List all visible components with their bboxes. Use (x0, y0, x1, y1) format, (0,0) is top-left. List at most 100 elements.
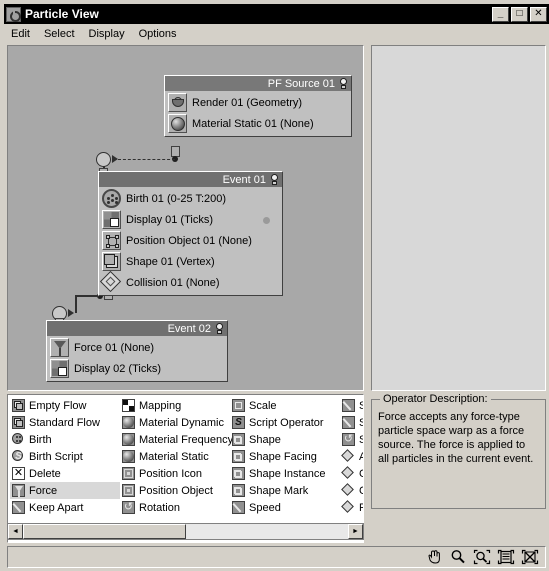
depot-item-material-static[interactable]: Material Static (120, 448, 230, 465)
depot-item-label: Shape (249, 433, 281, 446)
node-pf-source-01[interactable]: PF Source 01 Render 01 (Geometry) Materi… (164, 75, 352, 137)
depot-item-collision[interactable]: C (340, 465, 363, 482)
depot-item-label: C (359, 468, 363, 480)
depot-item-label: Keep Apart (29, 501, 84, 514)
event01-input-circle[interactable] (96, 152, 111, 167)
material-sphere-icon (168, 114, 187, 133)
operator-depot[interactable]: Empty Flow Standard Flow Birth S Birth S… (7, 394, 364, 543)
depot-item-birth-script[interactable]: S Birth Script (10, 448, 120, 465)
parameters-panel[interactable] (371, 45, 546, 391)
node-header-event-01[interactable]: Event 01 (99, 172, 282, 187)
zoom-magnifier-icon[interactable] (447, 548, 469, 566)
particle-flow-canvas[interactable]: PF Source 01 Render 01 (Geometry) Materi… (7, 45, 364, 391)
lightbulb-icon[interactable] (214, 323, 225, 334)
depot-item-speed-by-surface[interactable]: S (340, 414, 363, 431)
menu-display[interactable]: Display (82, 27, 132, 41)
depot-item-material-frequency[interactable]: Material Frequency (120, 431, 233, 448)
depot-item-label: S (359, 400, 363, 412)
node-header-event-02[interactable]: Event 02 (47, 321, 227, 336)
scroll-left-button[interactable]: ◄ (8, 524, 23, 539)
depot-item-position-object[interactable]: Position Object (120, 482, 230, 499)
depot-item-standard-flow[interactable]: Standard Flow (10, 414, 120, 431)
depot-item-script-operator[interactable]: S Script Operator (230, 414, 340, 431)
scroll-right-button[interactable]: ► (348, 524, 363, 539)
depot-item-mapping[interactable]: Mapping (120, 397, 230, 414)
depot-item-label: Force (29, 484, 58, 497)
force-icon (50, 338, 69, 357)
depot-item-rotation[interactable]: ↺ Rotation (120, 499, 230, 516)
particle-view-window: Particle View _ □ ✕ Edit Select Display … (0, 0, 549, 571)
collision-diamond-icon (99, 270, 122, 293)
scrollbar-track[interactable] (23, 524, 348, 539)
zoom-extents-icon[interactable] (495, 548, 517, 566)
node-row-display-01[interactable]: Display 01 (Ticks) (99, 209, 282, 230)
depot-item-shape-facing[interactable]: Shape Facing (230, 448, 340, 465)
depot-item-empty-flow[interactable]: Empty Flow (10, 397, 120, 414)
window-controls: _ □ ✕ (492, 6, 547, 22)
node-row-label: Render 01 (Geometry) (192, 96, 303, 109)
depot-item-material-dynamic[interactable]: Material Dynamic (120, 414, 230, 431)
depot-item-keep-apart[interactable]: Keep Apart (10, 499, 120, 516)
node-event-01[interactable]: Event 01 Birth 01 (0-25 T:200) Display 0… (98, 171, 283, 296)
depot-item-spin[interactable]: ↺ S (340, 431, 363, 448)
position-object-icon (102, 231, 121, 250)
menu-select[interactable]: Select (37, 27, 82, 41)
depot-item-label: Shape Instance (249, 467, 326, 480)
depot-item-label: Position Icon (139, 467, 202, 480)
close-button[interactable]: ✕ (530, 6, 547, 22)
node-title-pf-source-01: PF Source 01 (267, 77, 335, 90)
depot-item-label: Shape Mark (249, 484, 309, 497)
depot-item-delete[interactable]: ✕ Delete (10, 465, 120, 482)
window-title: Particle View (25, 7, 99, 21)
title-bar: Particle View _ □ ✕ (4, 4, 549, 24)
depot-item-age-test[interactable]: A (340, 448, 363, 465)
menu-options[interactable]: Options (132, 27, 184, 41)
node-row-position-object-01[interactable]: Position Object 01 (None) (99, 230, 282, 251)
depot-item-birth[interactable]: Birth (10, 431, 120, 448)
node-row-display-02[interactable]: Display 02 (Ticks) (47, 358, 227, 379)
depot-item-speed[interactable]: Speed (230, 499, 340, 516)
node-header-pf-source-01[interactable]: PF Source 01 (165, 76, 351, 91)
wire-collision-vertical (75, 295, 77, 313)
zoom-extents-selected-icon[interactable] (519, 548, 541, 566)
minimize-icon: _ (497, 7, 504, 19)
lightbulb-icon[interactable] (338, 78, 349, 89)
node-row-label: Birth 01 (0-25 T:200) (126, 192, 227, 205)
depot-item-force[interactable]: Force (10, 482, 120, 499)
depot-item-shape[interactable]: Shape (230, 431, 340, 448)
minimize-button[interactable]: _ (492, 6, 509, 22)
zoom-region-icon[interactable] (471, 548, 493, 566)
display-enabled-indicator[interactable] (263, 217, 270, 224)
node-title-event-01: Event 01 (222, 173, 266, 186)
node-row-render-01[interactable]: Render 01 (Geometry) (165, 92, 351, 113)
depot-item-position-icon[interactable]: Position Icon (120, 465, 230, 482)
node-row-material-static-01[interactable]: Material Static 01 (None) (165, 113, 351, 134)
depot-horizontal-scrollbar[interactable]: ◄ ► (7, 523, 364, 540)
close-icon: ✕ (534, 8, 543, 19)
node-body-event-01: Birth 01 (0-25 T:200) Display 01 (Ticks) (99, 187, 282, 295)
wire-pfsource-to-event01 (118, 159, 175, 160)
node-event-02[interactable]: Event 02 Force 01 (None) Display 02 (Tic… (46, 320, 228, 382)
node-row-birth-01[interactable]: Birth 01 (0-25 T:200) (99, 188, 282, 209)
scrollbar-thumb[interactable] (23, 524, 186, 539)
shape-cube-icon (232, 433, 245, 446)
depot-item-shape-instance[interactable]: Shape Instance (230, 465, 340, 482)
lightbulb-icon[interactable] (269, 174, 280, 185)
maximize-button[interactable]: □ (511, 6, 528, 22)
node-row-force-01[interactable]: Force 01 (None) (47, 337, 227, 358)
operator-description-text: Force accepts any force-type particle sp… (378, 411, 534, 465)
collision-diamond-icon (341, 483, 355, 497)
node-row-shape-01[interactable]: Shape 01 (Vertex) (99, 251, 282, 272)
depot-item-find-target[interactable]: F (340, 499, 363, 516)
node-row-collision-01[interactable]: Collision 01 (None) (99, 270, 282, 293)
menu-edit[interactable]: Edit (4, 27, 37, 41)
pan-hand-icon[interactable] (423, 548, 445, 566)
depot-item-shape-mark[interactable]: Shape Mark (230, 482, 340, 499)
script-operator-icon: S (232, 416, 245, 429)
standard-flow-icon (12, 416, 25, 429)
depot-item-collision-spawn[interactable]: C (340, 482, 363, 499)
depot-item-scale[interactable]: Scale (230, 397, 340, 414)
depot-item-speed-by-icon[interactable]: S (340, 397, 363, 414)
mapping-icon (122, 399, 135, 412)
keep-apart-icon (12, 501, 25, 514)
